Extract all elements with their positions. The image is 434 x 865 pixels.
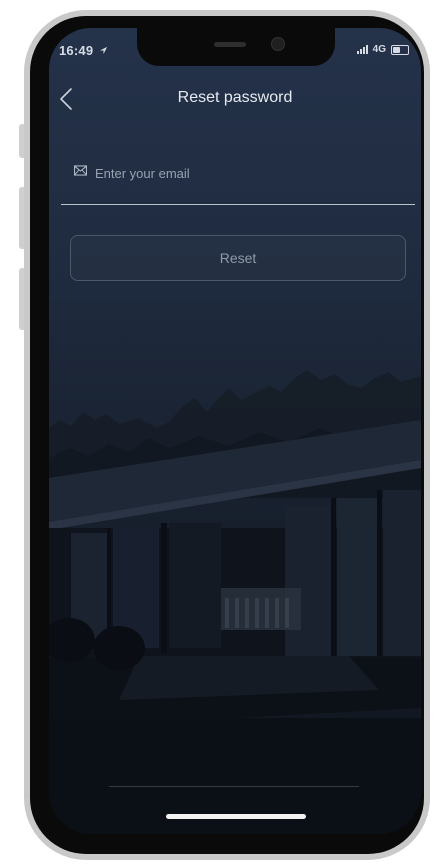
signal-icon <box>356 45 368 54</box>
status-indicators: 4G <box>356 44 409 55</box>
battery-icon <box>391 44 409 55</box>
battery-level <box>393 46 400 53</box>
app-screen: 16:49 4G Reset password Enter your email… <box>49 28 421 834</box>
network-type: 4G <box>372 44 386 55</box>
device-mockup: 16:49 4G Reset password Enter your email… <box>0 0 434 865</box>
notch <box>137 28 335 66</box>
speaker <box>214 42 246 47</box>
background-photo <box>49 370 421 834</box>
page-title: Reset password <box>177 89 293 106</box>
mail-icon <box>74 165 87 176</box>
email-field[interactable] <box>93 160 397 186</box>
status-time: 16:49 <box>59 43 108 58</box>
location-arrow-icon <box>99 46 108 55</box>
divider <box>109 786 359 787</box>
home-indicator[interactable] <box>166 814 306 819</box>
time-text: 16:49 <box>59 43 94 58</box>
reset-button[interactable]: Reset <box>70 235 406 281</box>
email-field-row <box>61 156 415 205</box>
front-camera <box>271 37 285 51</box>
